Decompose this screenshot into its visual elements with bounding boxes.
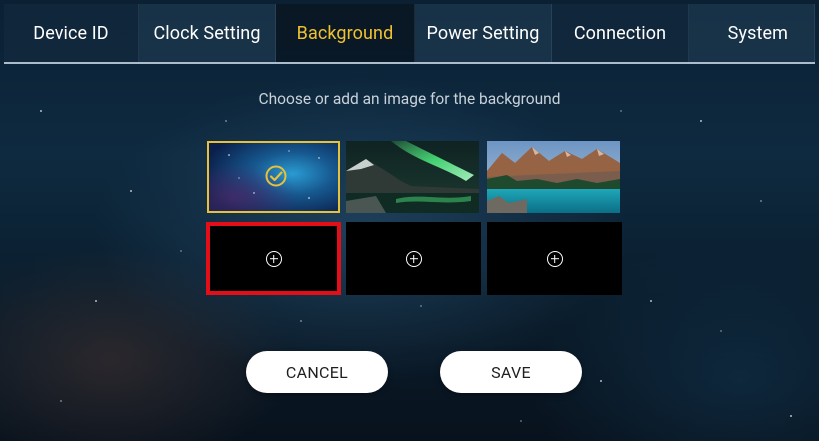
add-circle-icon bbox=[405, 250, 422, 267]
add-circle-icon bbox=[265, 250, 282, 267]
settings-screen: Device ID Clock Setting Background Power… bbox=[0, 0, 819, 441]
add-image-slot-2[interactable] bbox=[346, 222, 481, 295]
settings-tab-bar: Device ID Clock Setting Background Power… bbox=[0, 0, 819, 64]
tab-label: System bbox=[727, 22, 788, 44]
cancel-button[interactable]: CANCEL bbox=[246, 351, 388, 393]
tab-device-id[interactable]: Device ID bbox=[4, 4, 139, 62]
tab-label: Clock Setting bbox=[153, 22, 261, 44]
tab-connection[interactable]: Connection bbox=[552, 4, 689, 62]
aurora-mountain-image bbox=[346, 141, 479, 213]
selected-check-icon bbox=[265, 165, 287, 187]
add-image-slot-3[interactable] bbox=[487, 222, 622, 295]
background-thumbnail-aurora[interactable] bbox=[346, 141, 479, 213]
tab-divider-line bbox=[4, 62, 815, 64]
add-image-slot-1[interactable] bbox=[206, 222, 341, 295]
page-instruction: Choose or add an image for the backgroun… bbox=[258, 90, 561, 108]
tab-label: Device ID bbox=[33, 22, 109, 44]
add-circle-icon bbox=[546, 250, 563, 267]
background-thumbnail-galaxy[interactable] bbox=[207, 141, 340, 213]
tab-background[interactable]: Background bbox=[276, 4, 415, 62]
background-thumbnail-mountain-lake[interactable] bbox=[487, 141, 620, 213]
mountain-lake-image bbox=[487, 141, 620, 213]
tab-power-setting[interactable]: Power Setting bbox=[415, 4, 552, 62]
tab-label: Connection bbox=[573, 22, 667, 44]
save-button[interactable]: SAVE bbox=[440, 351, 582, 393]
tab-label: Power Setting bbox=[426, 22, 540, 44]
tab-clock-setting[interactable]: Clock Setting bbox=[139, 4, 276, 62]
tab-system[interactable]: System bbox=[689, 4, 815, 62]
tab-label: Background bbox=[296, 22, 394, 44]
